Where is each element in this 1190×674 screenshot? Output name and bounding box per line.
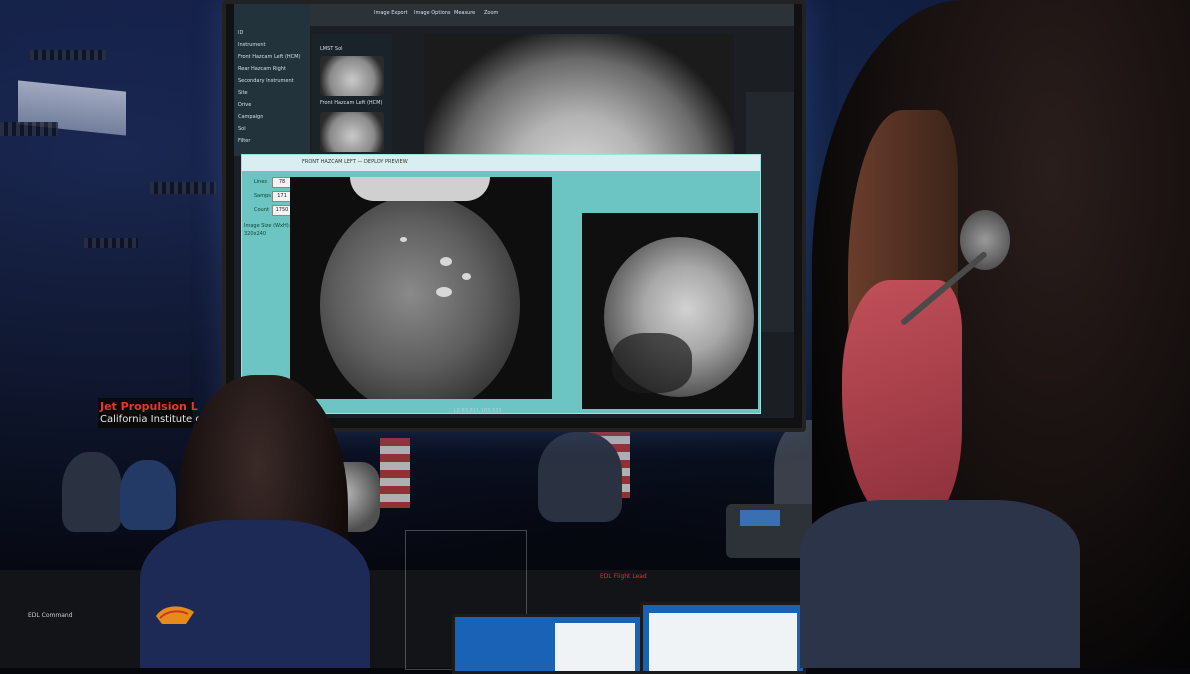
- phone-screen: [740, 510, 780, 526]
- background-engineer: [120, 460, 176, 530]
- panel-row[interactable]: Campaign: [238, 114, 304, 124]
- toolbar-item[interactable]: Image Options: [414, 10, 451, 16]
- engineer-right-shirt: [800, 500, 1080, 668]
- image-toolbar: Image Export Image Options Measure Zoom: [234, 4, 794, 26]
- field-value[interactable]: 1750: [272, 205, 292, 216]
- headset-icon: [960, 210, 1010, 270]
- panel-row[interactable]: Secondary Instrument: [238, 78, 304, 88]
- mars-surface: [320, 195, 520, 399]
- rock: [436, 287, 452, 297]
- panel-row[interactable]: Filter: [238, 138, 304, 148]
- metadata-panel: ID Instrument Front Hazcam Left (HCM) Re…: [234, 4, 310, 156]
- rover-shadow: [350, 177, 490, 201]
- wheel-shadow: [612, 333, 692, 393]
- desk-ledger: EDL Command: [28, 612, 73, 619]
- image-thumbnail[interactable]: [320, 56, 384, 96]
- background-engineer: [62, 452, 122, 532]
- jpl-logo-patch: [156, 606, 194, 624]
- rear-hazcam-image: [582, 213, 758, 409]
- monitor-window: [555, 623, 635, 671]
- image-thumbnail[interactable]: [320, 112, 384, 152]
- panel-row[interactable]: Sol: [238, 126, 304, 136]
- image-dialog: FRONT HAZCAM LEFT — DEPLOY PREVIEW Lines…: [241, 154, 761, 414]
- sign-line-2: California Institute o: [100, 414, 202, 425]
- front-hazcam-image: [290, 177, 552, 399]
- toolbar-item[interactable]: Zoom: [484, 10, 498, 16]
- ceiling-vent: [84, 238, 138, 248]
- field-value[interactable]: 171: [272, 191, 292, 202]
- panel-row[interactable]: Drive: [238, 102, 304, 112]
- rock: [462, 273, 471, 280]
- ceiling-vent: [0, 122, 58, 136]
- toolbar-item[interactable]: Measure: [454, 10, 475, 16]
- ceiling-vent: [30, 50, 106, 60]
- field-label: Lines: [254, 179, 268, 185]
- monitor-window: [649, 613, 797, 671]
- dialog-title: FRONT HAZCAM LEFT — DEPLOY PREVIEW: [242, 155, 760, 171]
- panel-row[interactable]: Instrument: [238, 42, 304, 52]
- field-label: Samps: [254, 193, 271, 199]
- rock: [440, 257, 452, 266]
- desk-label: EDL Flight Lead: [600, 573, 647, 580]
- rock: [400, 237, 407, 242]
- sign-line-1: Jet Propulsion L: [100, 400, 198, 413]
- ceiling-vent: [150, 182, 216, 194]
- background-engineer: [538, 432, 622, 522]
- panel-row[interactable]: Site: [238, 90, 304, 100]
- thumbnail-strip: LMST Sol Front Hazcam Left (HCM): [312, 34, 392, 156]
- panel-row[interactable]: Rear Hazcam Right: [238, 66, 304, 76]
- image-bottom-toolbar: LS 83,811,163,333: [374, 408, 654, 418]
- field-value[interactable]: 78: [272, 177, 292, 188]
- panel-row[interactable]: ID: [238, 30, 304, 40]
- small-monitor: [452, 614, 644, 674]
- thumb-label: LMST Sol: [320, 46, 343, 52]
- jpl-sign: Jet Propulsion L California Institute o: [98, 398, 202, 428]
- small-monitor: [640, 602, 806, 674]
- flag: [380, 438, 410, 508]
- field-label: Count: [254, 207, 269, 213]
- image-size-label: Image Size (WxH):: [244, 223, 291, 229]
- coordinate-readout: LS 83,811,163,333: [454, 408, 502, 414]
- main-monitor: Image Export Image Options Measure Zoom …: [222, 0, 806, 432]
- image-size-value: 320x240: [244, 231, 267, 237]
- thumb-label: Front Hazcam Left (HCM): [320, 100, 383, 106]
- toolbar-item[interactable]: Image Export: [374, 10, 408, 16]
- panel-row[interactable]: Front Hazcam Left (HCM): [238, 54, 304, 64]
- monitor-screen: Image Export Image Options Measure Zoom …: [234, 4, 794, 418]
- engineer-left-shirt: [140, 520, 370, 668]
